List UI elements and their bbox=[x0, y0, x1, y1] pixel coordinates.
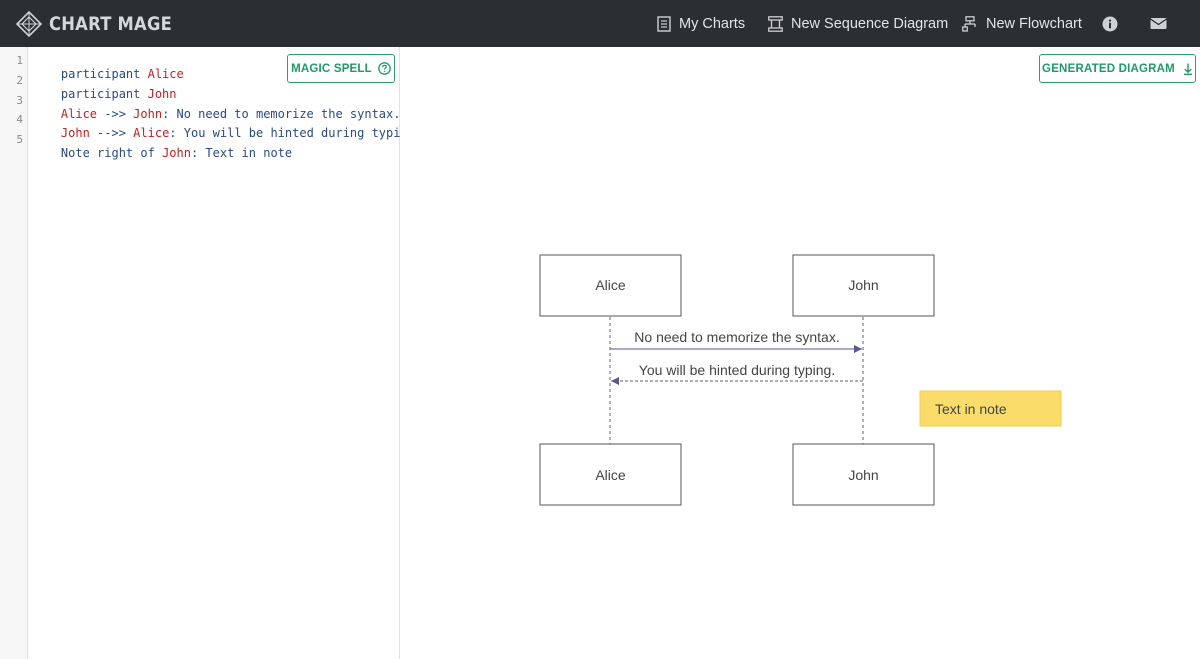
mail-icon bbox=[1149, 18, 1167, 29]
line-number: 3 bbox=[16, 94, 23, 107]
info-icon bbox=[1102, 16, 1118, 31]
brand-name: CHART MAGE bbox=[49, 13, 173, 35]
help-circle-icon bbox=[378, 62, 391, 75]
magic-spell-label: MAGIC SPELL bbox=[291, 62, 372, 75]
actor-label: John bbox=[848, 277, 878, 293]
mail-button[interactable] bbox=[1146, 0, 1170, 47]
diagram-pane: GENERATED DIAGRAM Alice John No need to … bbox=[401, 47, 1200, 659]
brand[interactable]: CHART MAGE bbox=[16, 9, 192, 39]
code-editor[interactable]: 1 2 3 4 5 participant Alice participant … bbox=[0, 47, 422, 659]
line-number: 2 bbox=[16, 74, 23, 87]
code-token: Note right of bbox=[60, 146, 163, 160]
info-button[interactable] bbox=[1098, 0, 1122, 47]
document-icon bbox=[657, 15, 671, 32]
message-label: You will be hinted during typing. bbox=[639, 362, 835, 378]
code-token: : Text in note bbox=[190, 146, 293, 160]
code-token-actor: John bbox=[162, 146, 191, 160]
actor-box-john-top: John bbox=[792, 254, 935, 317]
actor-label: John bbox=[848, 467, 878, 483]
line-number: 5 bbox=[16, 133, 23, 146]
top-navbar: CHART MAGE My Charts New Sequence Diagra… bbox=[0, 0, 1200, 47]
sequence-icon bbox=[768, 15, 783, 32]
nav-new-sequence-diagram[interactable]: New Sequence Diagram bbox=[768, 0, 948, 47]
nav-new-flowchart-label: New Flowchart bbox=[986, 15, 1082, 32]
magic-spell-button[interactable]: MAGIC SPELL bbox=[287, 54, 395, 83]
note: Text in note bbox=[919, 390, 1062, 427]
actor-label: Alice bbox=[595, 467, 626, 483]
nav-new-flowchart[interactable]: New Flowchart bbox=[962, 0, 1082, 47]
line-number: 4 bbox=[16, 113, 23, 126]
message-label: No need to memorize the syntax. bbox=[634, 329, 839, 345]
crystal-logo-icon bbox=[16, 11, 42, 37]
flowchart-icon bbox=[962, 15, 976, 32]
nav-my-charts-label: My Charts bbox=[679, 15, 746, 32]
actor-box-john-bottom: John bbox=[792, 443, 935, 506]
line-number-gutter: 1 2 3 4 5 bbox=[0, 47, 28, 659]
actor-label: Alice bbox=[595, 277, 626, 293]
code-line[interactable]: Note right of John: Text in note bbox=[32, 132, 292, 174]
actor-box-alice-top: Alice bbox=[539, 254, 682, 317]
nav-new-sequence-label: New Sequence Diagram bbox=[791, 15, 949, 32]
nav-my-charts[interactable]: My Charts bbox=[657, 0, 745, 47]
sequence-diagram: Alice John No need to memorize the synta… bbox=[539, 254, 1062, 506]
line-number: 1 bbox=[16, 54, 23, 67]
note-text: Text in note bbox=[935, 401, 1007, 417]
actor-box-alice-bottom: Alice bbox=[539, 443, 682, 506]
